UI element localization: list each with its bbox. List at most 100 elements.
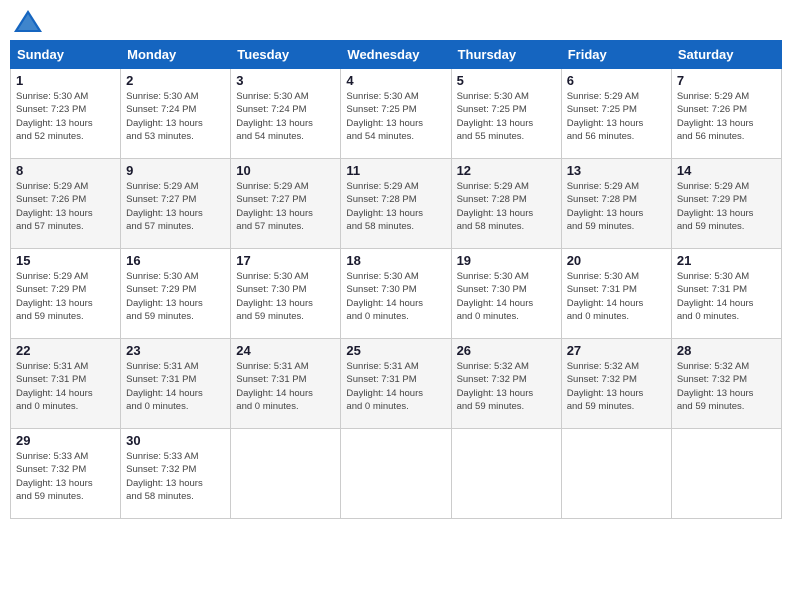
day-number: 8 (16, 163, 115, 178)
day-info: Sunrise: 5:29 AMSunset: 7:28 PMDaylight:… (346, 180, 445, 233)
day-info: Sunrise: 5:29 AMSunset: 7:29 PMDaylight:… (16, 270, 115, 323)
header-day-sunday: Sunday (11, 41, 121, 69)
day-info: Sunrise: 5:30 AMSunset: 7:23 PMDaylight:… (16, 90, 115, 143)
calendar-cell: 24Sunrise: 5:31 AMSunset: 7:31 PMDayligh… (231, 339, 341, 429)
day-info: Sunrise: 5:30 AMSunset: 7:29 PMDaylight:… (126, 270, 225, 323)
calendar-cell: 10 Sunrise: 5:29 AMSunset: 7:27 PMDayligh… (231, 159, 341, 249)
header-day-saturday: Saturday (671, 41, 781, 69)
day-number: 11 (346, 163, 445, 178)
day-number: 19 (457, 253, 556, 268)
calendar-row: 1 Sunrise: 5:30 AMSunset: 7:23 PMDaylight… (11, 69, 782, 159)
day-number: 16 (126, 253, 225, 268)
day-info: Sunrise: 5:29 AMSunset: 7:27 PMDaylight:… (236, 180, 335, 233)
day-number: 21 (677, 253, 776, 268)
day-info: Sunrise: 5:30 AMSunset: 7:24 PMDaylight:… (126, 90, 225, 143)
day-number: 18 (346, 253, 445, 268)
calendar-cell: 1 Sunrise: 5:30 AMSunset: 7:23 PMDaylight… (11, 69, 121, 159)
calendar-cell: 3Sunrise: 5:30 AMSunset: 7:24 PMDaylight… (231, 69, 341, 159)
calendar-cell: 17Sunrise: 5:30 AMSunset: 7:30 PMDayligh… (231, 249, 341, 339)
calendar-cell: 16 Sunrise: 5:30 AMSunset: 7:29 PMDayligh… (121, 249, 231, 339)
day-number: 30 (126, 433, 225, 448)
header-day-wednesday: Wednesday (341, 41, 451, 69)
logo-icon (14, 10, 42, 32)
header-day-friday: Friday (561, 41, 671, 69)
day-number: 22 (16, 343, 115, 358)
calendar-cell: 25Sunrise: 5:31 AMSunset: 7:31 PMDayligh… (341, 339, 451, 429)
day-number: 17 (236, 253, 335, 268)
calendar-cell: 5Sunrise: 5:30 AMSunset: 7:25 PMDaylight… (451, 69, 561, 159)
calendar-cell: 12 Sunrise: 5:29 AMSunset: 7:28 PMDayligh… (451, 159, 561, 249)
day-number: 12 (457, 163, 556, 178)
calendar-body: 1 Sunrise: 5:30 AMSunset: 7:23 PMDaylight… (11, 69, 782, 519)
day-info: Sunrise: 5:33 AMSunset: 7:32 PMDaylight:… (16, 450, 115, 503)
calendar-cell (231, 429, 341, 519)
calendar-cell: 22 Sunrise: 5:31 AMSunset: 7:31 PMDayligh… (11, 339, 121, 429)
header-day-monday: Monday (121, 41, 231, 69)
day-number: 10 (236, 163, 335, 178)
calendar-row: 8 Sunrise: 5:29 AMSunset: 7:26 PMDaylight… (11, 159, 782, 249)
calendar-cell: 29 Sunrise: 5:33 AMSunset: 7:32 PMDayligh… (11, 429, 121, 519)
day-number: 7 (677, 73, 776, 88)
day-number: 27 (567, 343, 666, 358)
header-day-tuesday: Tuesday (231, 41, 341, 69)
calendar-cell: 2 Sunrise: 5:30 AMSunset: 7:24 PMDaylight… (121, 69, 231, 159)
calendar-row: 15 Sunrise: 5:29 AMSunset: 7:29 PMDayligh… (11, 249, 782, 339)
day-info: Sunrise: 5:30 AMSunset: 7:24 PMDaylight:… (236, 90, 335, 143)
calendar-row: 29 Sunrise: 5:33 AMSunset: 7:32 PMDayligh… (11, 429, 782, 519)
day-info: Sunrise: 5:29 AMSunset: 7:25 PMDaylight:… (567, 90, 666, 143)
day-info: Sunrise: 5:29 AMSunset: 7:28 PMDaylight:… (457, 180, 556, 233)
calendar-cell: 23 Sunrise: 5:31 AMSunset: 7:31 PMDayligh… (121, 339, 231, 429)
day-info: Sunrise: 5:29 AMSunset: 7:28 PMDaylight:… (567, 180, 666, 233)
day-info: Sunrise: 5:32 AMSunset: 7:32 PMDaylight:… (677, 360, 776, 413)
calendar-header: SundayMondayTuesdayWednesdayThursdayFrid… (11, 41, 782, 69)
calendar-cell: 13 Sunrise: 5:29 AMSunset: 7:28 PMDayligh… (561, 159, 671, 249)
day-number: 6 (567, 73, 666, 88)
day-info: Sunrise: 5:30 AMSunset: 7:30 PMDaylight:… (346, 270, 445, 323)
day-number: 1 (16, 73, 115, 88)
day-info: Sunrise: 5:30 AMSunset: 7:31 PMDaylight:… (567, 270, 666, 323)
calendar-row: 22 Sunrise: 5:31 AMSunset: 7:31 PMDayligh… (11, 339, 782, 429)
day-info: Sunrise: 5:29 AMSunset: 7:29 PMDaylight:… (677, 180, 776, 233)
day-info: Sunrise: 5:29 AMSunset: 7:26 PMDaylight:… (16, 180, 115, 233)
day-number: 4 (346, 73, 445, 88)
day-number: 20 (567, 253, 666, 268)
calendar-cell: 11 Sunrise: 5:29 AMSunset: 7:28 PMDayligh… (341, 159, 451, 249)
day-number: 26 (457, 343, 556, 358)
day-number: 28 (677, 343, 776, 358)
logo (14, 10, 46, 32)
calendar-cell: 18 Sunrise: 5:30 AMSunset: 7:30 PMDayligh… (341, 249, 451, 339)
calendar-cell: 27Sunrise: 5:32 AMSunset: 7:32 PMDayligh… (561, 339, 671, 429)
calendar-cell: 30 Sunrise: 5:33 AMSunset: 7:32 PMDayligh… (121, 429, 231, 519)
day-number: 23 (126, 343, 225, 358)
day-number: 2 (126, 73, 225, 88)
day-number: 29 (16, 433, 115, 448)
calendar-cell (341, 429, 451, 519)
day-number: 9 (126, 163, 225, 178)
calendar-cell: 21 Sunrise: 5:30 AMSunset: 7:31 PMDayligh… (671, 249, 781, 339)
header-day-thursday: Thursday (451, 41, 561, 69)
day-info: Sunrise: 5:32 AMSunset: 7:32 PMDaylight:… (457, 360, 556, 413)
day-info: Sunrise: 5:31 AMSunset: 7:31 PMDaylight:… (16, 360, 115, 413)
calendar-table: SundayMondayTuesdayWednesdayThursdayFrid… (10, 40, 782, 519)
day-info: Sunrise: 5:33 AMSunset: 7:32 PMDaylight:… (126, 450, 225, 503)
calendar-cell: 15 Sunrise: 5:29 AMSunset: 7:29 PMDayligh… (11, 249, 121, 339)
day-info: Sunrise: 5:30 AMSunset: 7:25 PMDaylight:… (346, 90, 445, 143)
calendar-cell: 8 Sunrise: 5:29 AMSunset: 7:26 PMDaylight… (11, 159, 121, 249)
calendar-cell: 14Sunrise: 5:29 AMSunset: 7:29 PMDayligh… (671, 159, 781, 249)
day-info: Sunrise: 5:31 AMSunset: 7:31 PMDaylight:… (346, 360, 445, 413)
day-number: 13 (567, 163, 666, 178)
calendar-cell (451, 429, 561, 519)
day-info: Sunrise: 5:30 AMSunset: 7:31 PMDaylight:… (677, 270, 776, 323)
day-info: Sunrise: 5:29 AMSunset: 7:27 PMDaylight:… (126, 180, 225, 233)
calendar-cell: 26 Sunrise: 5:32 AMSunset: 7:32 PMDayligh… (451, 339, 561, 429)
day-number: 15 (16, 253, 115, 268)
day-info: Sunrise: 5:31 AMSunset: 7:31 PMDaylight:… (236, 360, 335, 413)
calendar-cell: 9 Sunrise: 5:29 AMSunset: 7:27 PMDaylight… (121, 159, 231, 249)
calendar-cell: 4 Sunrise: 5:30 AMSunset: 7:25 PMDaylight… (341, 69, 451, 159)
header (10, 10, 782, 32)
day-info: Sunrise: 5:31 AMSunset: 7:31 PMDaylight:… (126, 360, 225, 413)
calendar-cell: 6 Sunrise: 5:29 AMSunset: 7:25 PMDaylight… (561, 69, 671, 159)
day-number: 5 (457, 73, 556, 88)
day-info: Sunrise: 5:29 AMSunset: 7:26 PMDaylight:… (677, 90, 776, 143)
calendar-cell: 28 Sunrise: 5:32 AMSunset: 7:32 PMDayligh… (671, 339, 781, 429)
